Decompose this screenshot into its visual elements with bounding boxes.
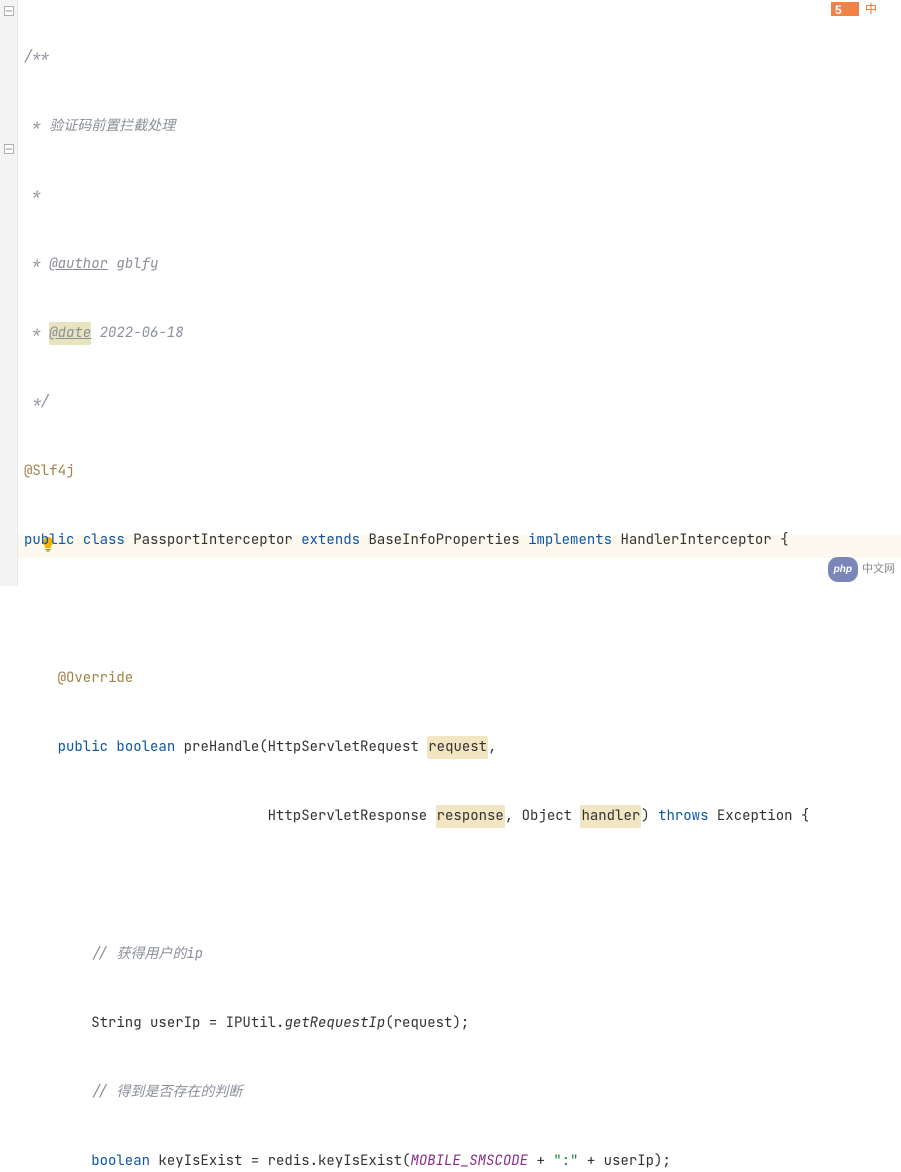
date-tag: @date [49, 322, 91, 345]
string-colon: ":" [553, 1150, 578, 1172]
author-value: gblfy [108, 253, 158, 276]
base-class: BaseInfoProperties [368, 529, 519, 552]
svg-text:5: 5 [835, 3, 842, 17]
keyword-implements: implements [528, 529, 612, 552]
annotation-slf4j: @Slf4j [24, 460, 74, 483]
php-label: 中文网 [862, 558, 895, 581]
keyword-boolean: boolean [116, 736, 175, 759]
doc-line: * 验证码前置拦截处理 [24, 115, 175, 138]
method-getrequestip: getRequestIp [284, 1012, 385, 1035]
var-userip: userIp [150, 1012, 200, 1035]
const-mobile-smscode: MOBILE_SMSCODE [410, 1150, 528, 1172]
param-type: HttpServletRequest [268, 736, 419, 759]
php-badge: php [828, 557, 858, 582]
var-redis: redis [268, 1150, 310, 1172]
param-handler: handler [580, 805, 641, 828]
code-editor[interactable]: /** * 验证码前置拦截处理 * * @author gblfy * @dat… [18, 0, 901, 1172]
param-type: HttpServletResponse [268, 805, 428, 828]
keyword-boolean: boolean [91, 1150, 150, 1172]
param-response: response [436, 805, 505, 828]
keyword-public: public [58, 736, 108, 759]
keyword-public: public [24, 529, 74, 552]
doc-close: */ [24, 391, 49, 414]
method-name: preHandle [184, 736, 260, 759]
keyword-extends: extends [301, 529, 360, 552]
exception-type: Exception [717, 805, 793, 828]
fold-toggle-icon[interactable] [4, 6, 14, 16]
date-value: 2022-06-18 [91, 322, 183, 345]
annotation-override: @Override [58, 667, 134, 690]
class-iputil: IPUtil [226, 1012, 276, 1035]
comment-exist: // 得到是否存在的判断 [91, 1081, 242, 1104]
watermark-top: 5中 [829, 0, 899, 18]
interface-name: HandlerInterceptor [620, 529, 771, 552]
doc-open: /** [24, 46, 49, 69]
param-type: Object [522, 805, 572, 828]
svg-text:中: 中 [865, 1, 877, 16]
doc-line: * [24, 184, 41, 207]
param-request: request [427, 736, 488, 759]
author-tag: @author [49, 253, 108, 276]
type-string: String [91, 1012, 141, 1035]
keyword-class: class [83, 529, 125, 552]
class-name: PassportInterceptor [133, 529, 293, 552]
comment-ip: // 获得用户的ip [91, 943, 203, 966]
method-keyisexist: keyIsExist [318, 1150, 402, 1172]
fold-toggle-icon[interactable] [4, 144, 14, 154]
watermark-bottom: php 中文网 [828, 557, 895, 582]
var-keyisexist: keyIsExist [158, 1150, 242, 1172]
keyword-throws: throws [658, 805, 708, 828]
editor-gutter [0, 0, 18, 586]
